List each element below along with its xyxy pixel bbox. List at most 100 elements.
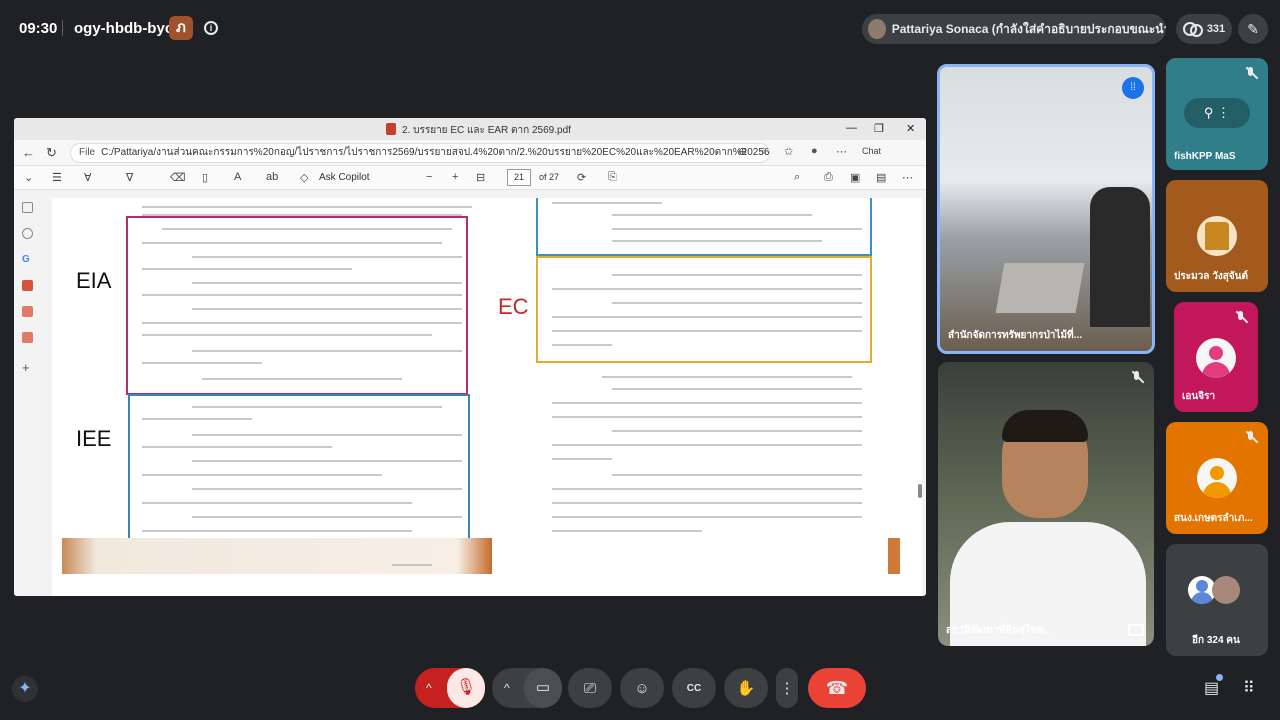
save-icon[interactable]: ▣: [850, 171, 860, 184]
restore-icon[interactable]: ❐: [874, 122, 884, 135]
window-title: 2. บรรยาย EC และ EAR ตาก 2569.pdf: [402, 125, 571, 136]
participant-tile-speaking[interactable]: ⁞⁞ สำนักจัดการทรัพยากรป่าไม้ที่...: [937, 64, 1155, 354]
sidebar-google-icon[interactable]: G: [22, 254, 33, 265]
gemini-icon[interactable]: ✦: [12, 676, 38, 702]
mic-off-icon: [1244, 430, 1258, 444]
avatar: [1197, 216, 1237, 256]
erase-icon[interactable]: ⌫: [170, 171, 186, 184]
avatar: [1196, 338, 1236, 378]
address-bar: ← ↻ File C:/Pattariya/งานส่วนคณะกรรมการ%2…: [14, 140, 926, 166]
iee-label: IEE: [76, 426, 112, 451]
page-view-icon[interactable]: ⎘: [608, 171, 617, 184]
page-footer-band: [62, 538, 492, 574]
hand-icon: ✋: [736, 680, 756, 697]
copilot-chat-button[interactable]: Chat: [862, 146, 881, 156]
captions-button[interactable]: CC: [672, 668, 716, 708]
ask-copilot-button[interactable]: Ask Copilot: [319, 172, 370, 183]
participant-name: สนง.เกษตรลำเภ...: [1174, 513, 1253, 524]
sidebar-pdf-icon-2[interactable]: [22, 306, 33, 317]
page-number-input[interactable]: 21: [507, 169, 531, 186]
participant-count: 331: [1206, 23, 1226, 35]
sidebar-pdf-icon-1[interactable]: [22, 280, 33, 291]
camera-icon[interactable]: ▭: [524, 668, 562, 708]
star-icon[interactable]: ☆: [759, 145, 769, 158]
pin-icon[interactable]: ⚲ ⋮: [1184, 98, 1250, 128]
participant-name: ประมวล วังสุจันต์: [1174, 271, 1248, 282]
save-as-icon[interactable]: ▤: [876, 171, 886, 184]
raise-hand-button[interactable]: ✋: [724, 668, 768, 708]
present-button[interactable]: ⎚: [568, 668, 612, 708]
participant-tile[interactable]: ประมวล วังสุจันต์: [1166, 180, 1268, 292]
info-icon[interactable]: i: [204, 21, 218, 35]
participants-button[interactable]: 331: [1176, 14, 1232, 44]
activities-grid-icon[interactable]: ⠿: [1243, 678, 1255, 698]
clock: 09:30: [19, 20, 58, 37]
more-participants-label: อีก 324 คน: [1192, 635, 1240, 646]
mic-off-icon: [1244, 66, 1258, 80]
profile-icon[interactable]: ●: [811, 145, 818, 157]
text-box-icon[interactable]: ▯: [202, 171, 208, 184]
zoom-icon[interactable]: ⊕: [738, 145, 747, 158]
zoom-in-icon[interactable]: +: [452, 171, 458, 183]
contents-icon[interactable]: ☰: [52, 171, 62, 184]
leave-call-button[interactable]: ☎: [808, 668, 866, 708]
highlight-icon[interactable]: ∀: [84, 171, 92, 184]
page-count: of 27: [539, 172, 560, 182]
more-options-icon[interactable]: ⋯: [902, 171, 913, 184]
mic-muted-icon[interactable]: 🎙: [447, 668, 485, 708]
participant-tile[interactable]: เอนจิรา: [1174, 302, 1258, 412]
more-icon[interactable]: ⋯: [836, 145, 847, 158]
more-vert-icon: ⋮: [779, 680, 795, 697]
sidebar-pdf-icon-3[interactable]: [22, 332, 33, 343]
participant-tile-camera[interactable]: สถานีพัฒนาที่ดินสุโขท...: [938, 362, 1154, 646]
annotate-pen-icon[interactable]: ✎: [1238, 14, 1268, 44]
avatar: [1212, 576, 1240, 604]
rotate-icon[interactable]: ⟳: [577, 171, 586, 184]
print-icon[interactable]: ⎙: [824, 171, 833, 184]
camera-control-group: ^ ▭: [492, 668, 562, 708]
read-aloud-icon[interactable]: A: [234, 171, 241, 183]
sidebar-add-icon[interactable]: +: [22, 360, 33, 375]
pdf-toolbar: ⌄ ☰ ∀ ∇ ⌫ ▯ A ab ◇ Ask Copilot − + ⊟ 21 …: [14, 166, 926, 190]
back-icon[interactable]: ←: [22, 145, 35, 160]
mic-control-group: ^ 🎙: [415, 668, 485, 708]
mic-options-chevron-icon[interactable]: ^: [426, 681, 432, 695]
draw-icon[interactable]: ∇: [126, 171, 133, 184]
close-icon[interactable]: ✕: [906, 122, 915, 135]
window-titlebar: 2. บรรยาย EC และ EAR ตาก 2569.pdf — ❐ ✕: [14, 118, 926, 140]
emoji-button[interactable]: ☺: [620, 668, 664, 708]
url-text: C:/Pattariya/งานส่วนคณะกรรมการ%20กอญ/ไปร…: [101, 147, 770, 158]
url-field[interactable]: File C:/Pattariya/งานส่วนคณะกรรมการ%20กอญ…: [70, 143, 770, 163]
chevron-down-icon[interactable]: ⌄: [24, 171, 33, 184]
translate-icon[interactable]: ab: [266, 171, 278, 183]
room-badge[interactable]: ภ: [169, 16, 193, 40]
more-participants-tile[interactable]: อีก 324 คน: [1166, 544, 1268, 656]
fit-page-icon[interactable]: ⊟: [476, 171, 485, 184]
ec-annotation-box: [536, 256, 872, 363]
favorites-icon[interactable]: ✩: [784, 145, 793, 158]
emoji-icon: ☺: [634, 679, 650, 697]
mic-off-icon: [1130, 370, 1144, 384]
presenter-chip[interactable]: Pattariya Sonaca (กำลังใส่คำอธิบายประกอบ…: [862, 14, 1166, 44]
search-icon[interactable]: ⌕: [794, 171, 800, 184]
camera-options-chevron-icon[interactable]: ^: [504, 681, 510, 695]
eia-label: EIA: [76, 268, 112, 293]
minimize-icon[interactable]: —: [846, 122, 857, 134]
participant-name: สำนักจัดการทรัพยากรป่าไม้ที่...: [948, 330, 1082, 341]
pip-icon[interactable]: [1128, 624, 1144, 636]
participant-tile[interactable]: สนง.เกษตรลำเภ...: [1166, 422, 1268, 534]
chat-icon[interactable]: ▤: [1204, 678, 1219, 698]
url-scheme-label: File: [79, 147, 96, 158]
participant-name: สถานีพัฒนาที่ดินสุโขท...: [946, 625, 1052, 636]
copilot-icon[interactable]: ◇: [300, 171, 308, 184]
pdf-scrollbar[interactable]: [918, 198, 922, 588]
zoom-out-icon[interactable]: −: [426, 171, 432, 183]
more-options-button[interactable]: ⋮: [776, 668, 798, 708]
sidebar-globe-icon[interactable]: [22, 228, 33, 239]
end-call-icon: ☎: [825, 677, 849, 698]
sidebar-thumbnail-icon[interactable]: [22, 202, 33, 213]
participant-tile[interactable]: ⚲ ⋮ fishKPP MaS: [1166, 58, 1268, 170]
page-footer-band-right: [888, 538, 900, 574]
meeting-code: ogy-hbdb-byc: [74, 20, 174, 37]
refresh-icon[interactable]: ↻: [46, 145, 57, 161]
